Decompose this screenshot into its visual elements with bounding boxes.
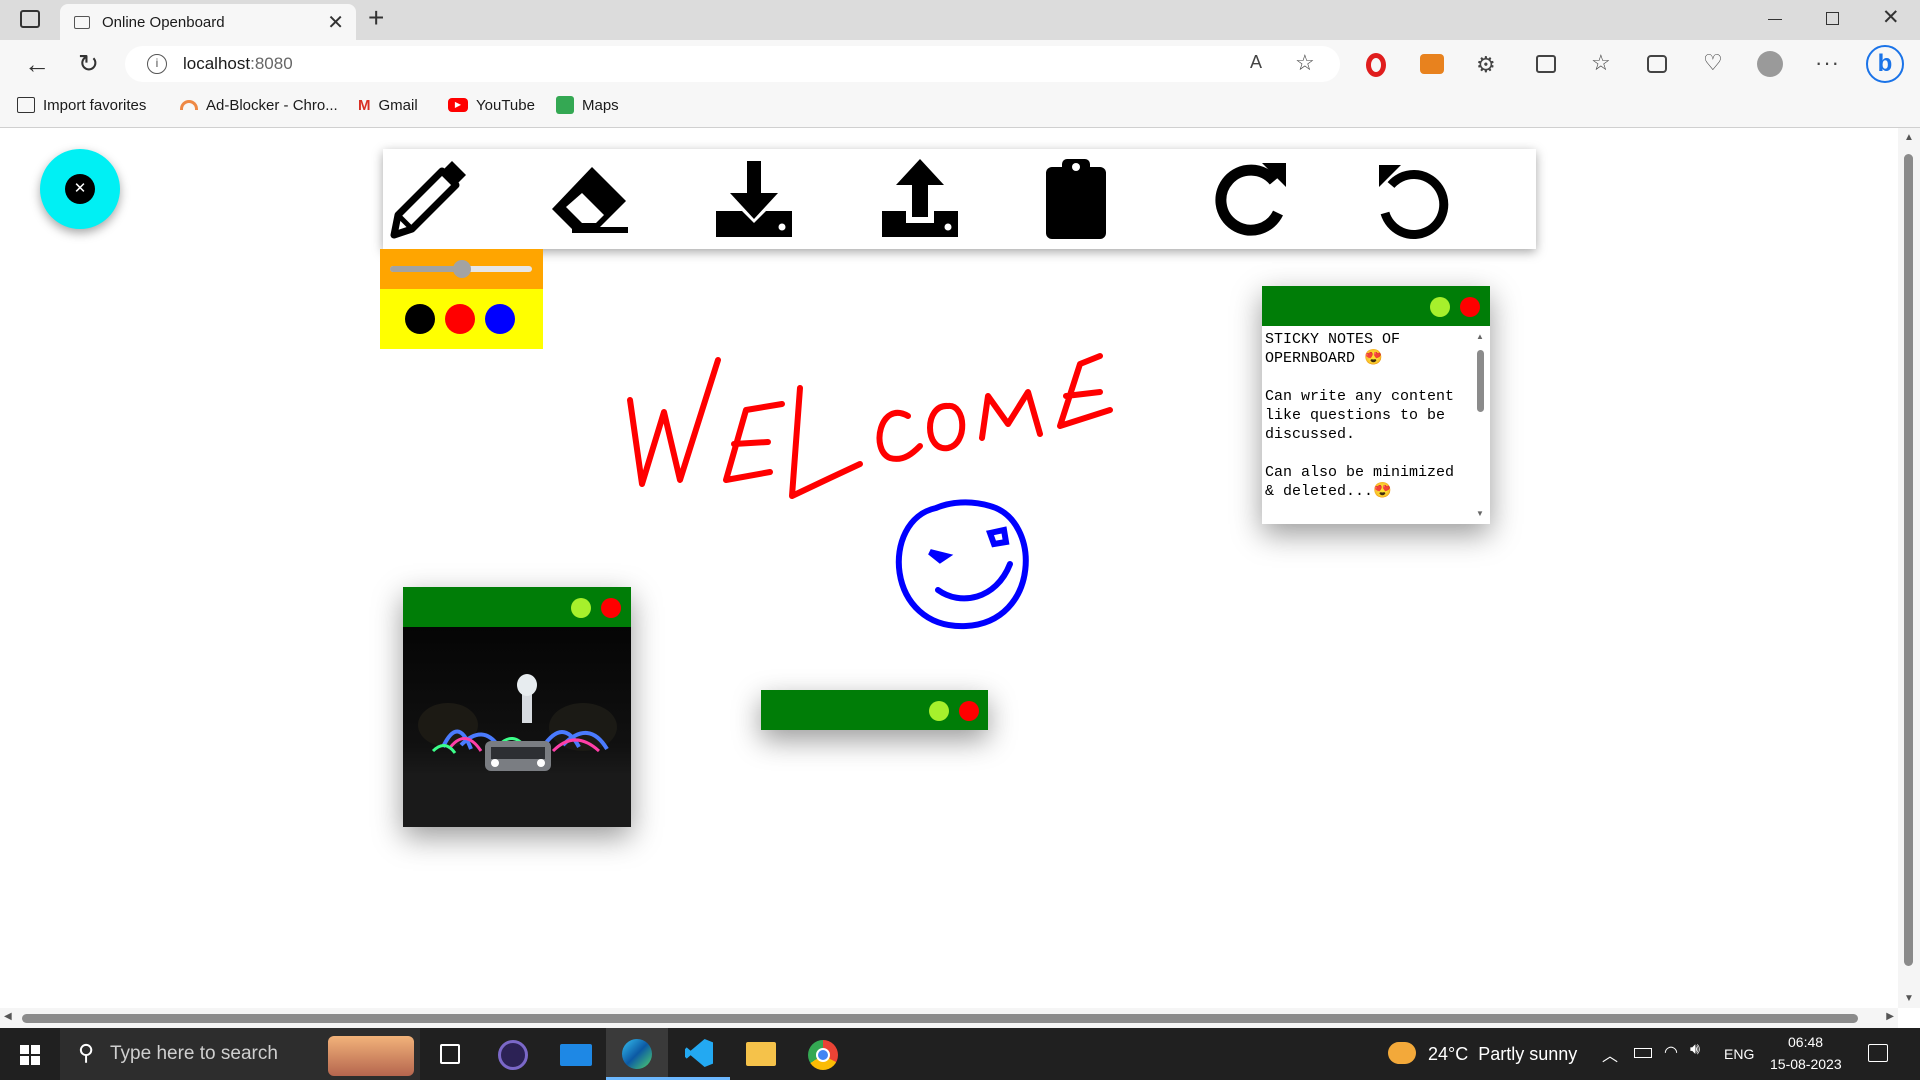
edge-app-icon[interactable] [606,1028,668,1080]
vertical-scroll-thumb[interactable] [1904,154,1913,966]
rainbow-icon [180,100,198,110]
scroll-up-arrow-icon[interactable]: ▲ [1904,132,1914,143]
restore-window-icon[interactable] [1826,12,1839,25]
tab-strip: Online Openboard ✕ + ✕ [0,0,1920,40]
notifications-icon[interactable] [1868,1044,1888,1062]
sticky-note-textarea[interactable]: STICKY NOTES OF OPERNBOARD 😍 Can write a… [1262,326,1490,524]
favorite-adblocker[interactable]: Ad-Blocker - Chro... [180,94,338,116]
mail-app-icon[interactable] [560,1044,592,1066]
page-favicon-icon [74,15,90,29]
edge-logo [622,1039,652,1069]
minimize-window-icon[interactable] [1768,19,1782,20]
welcome-drawing [627,353,1113,499]
tab-close-icon[interactable]: ✕ [327,10,344,35]
gmail-icon: M [358,96,371,114]
favorite-label: Gmail [378,96,418,114]
favorite-youtube[interactable]: ▶ YouTube [448,94,535,116]
scroll-down-arrow-icon[interactable]: ▼ [1476,509,1484,518]
uploaded-night-photo [403,627,631,827]
scroll-left-arrow-icon[interactable]: ◀ [4,1011,12,1022]
vscode-logo [685,1039,713,1067]
more-options-icon[interactable]: ··· [1815,50,1840,76]
remove-button[interactable] [1460,297,1480,317]
extensions-icon[interactable]: ⚙ [1476,52,1496,78]
sticky-note-header[interactable] [1262,286,1490,326]
eclipse-app-icon[interactable] [498,1040,528,1070]
maps-icon [556,96,574,114]
favorite-label: Ad-Blocker - Chro... [206,96,338,114]
minimize-button[interactable] [571,598,591,618]
sticky-note-minimized [761,690,988,730]
favorite-gmail[interactable]: M Gmail [358,94,418,116]
favorite-label: Maps [582,96,619,114]
horizontal-scroll-thumb[interactable] [22,1014,1858,1023]
search-highlight-illustration [328,1036,414,1076]
opera-extension-icon[interactable] [1366,53,1386,77]
tab-title: Online Openboard [102,13,225,31]
language-indicator[interactable]: ENG [1724,1046,1754,1062]
scroll-right-arrow-icon[interactable]: ▶ [1886,1011,1894,1022]
read-aloud-icon[interactable]: A [1250,52,1262,73]
address-bar[interactable]: i localhost:8080 A ☆ [125,46,1340,82]
note-scrollbar[interactable]: ▲ ▼ [1474,332,1486,518]
minimize-button[interactable] [929,701,949,721]
favorites-icon[interactable]: ☆ [1591,50,1611,76]
minimize-button[interactable] [1430,297,1450,317]
show-hidden-icons-icon[interactable]: ︿ [1602,1042,1618,1066]
task-view-icon[interactable] [440,1044,460,1064]
smiley-drawing [895,499,1029,630]
url-port: :8080 [250,54,293,73]
back-icon[interactable]: ← [24,49,50,80]
profile-avatar[interactable] [1757,51,1783,77]
metamask-extension-icon[interactable] [1420,54,1444,74]
battery-icon[interactable] [1634,1048,1652,1058]
split-screen-icon[interactable] [1536,55,1556,73]
bing-chat-icon[interactable]: b [1866,45,1904,83]
clock-date[interactable]: 15-08-2023 [1770,1056,1842,1072]
weather-icon [1388,1042,1416,1064]
sticky-note-header[interactable] [761,690,988,730]
file-explorer-icon[interactable] [746,1042,776,1066]
favorite-label: YouTube [476,96,535,114]
youtube-icon: ▶ [448,98,468,112]
remove-button[interactable] [601,598,621,618]
tab-actions-icon[interactable] [20,10,40,28]
url-host: localhost [183,54,251,73]
taskbar-search-box[interactable]: ⚲ Type here to search [60,1028,420,1080]
collections-icon[interactable] [1647,55,1667,73]
chrome-app-icon[interactable] [808,1040,838,1070]
drawing-canvas[interactable] [0,128,1898,1008]
scroll-up-arrow-icon[interactable]: ▲ [1476,332,1484,341]
vscode-app-icon[interactable] [668,1028,730,1080]
site-info-icon[interactable]: i [147,54,167,74]
search-placeholder: Type here to search [110,1043,278,1064]
tab-online-openboard[interactable]: Online Openboard ✕ [60,4,356,40]
favorite-import[interactable]: Import favorites [17,94,146,116]
weather-text[interactable]: 24°C Partly sunny [1428,1044,1577,1065]
scroll-down-arrow-icon[interactable]: ▼ [1904,993,1914,1004]
remove-button[interactable] [959,701,979,721]
sticky-note-image [403,587,631,827]
favorite-maps[interactable]: Maps [556,94,619,116]
refresh-icon[interactable]: ↻ [78,49,99,79]
note-scroll-thumb[interactable] [1477,350,1484,412]
windows-start-icon[interactable] [20,1045,40,1065]
favorite-label: Import favorites [43,96,147,114]
sticky-note-text: STICKY NOTES OF OPERNBOARD 😍 Can write a… [1262,286,1490,524]
volume-icon[interactable]: 🔊︎ [1690,1041,1700,1059]
clock-time[interactable]: 06:48 [1788,1034,1823,1050]
vertical-scrollbar[interactable]: ▲ ▼ [1898,128,1920,1008]
wifi-icon[interactable]: ◠ [1664,1042,1678,1062]
sticky-note-header[interactable] [403,587,631,627]
close-window-icon[interactable]: ✕ [1882,5,1900,30]
import-favorites-icon [17,97,35,113]
favorite-star-icon[interactable]: ☆ [1295,50,1315,76]
search-icon: ⚲ [78,1040,95,1065]
horizontal-scrollbar[interactable]: ◀ ▶ [0,1008,1898,1028]
browser-essentials-icon[interactable]: ♡ [1703,50,1723,76]
new-tab-icon[interactable]: + [368,2,384,34]
